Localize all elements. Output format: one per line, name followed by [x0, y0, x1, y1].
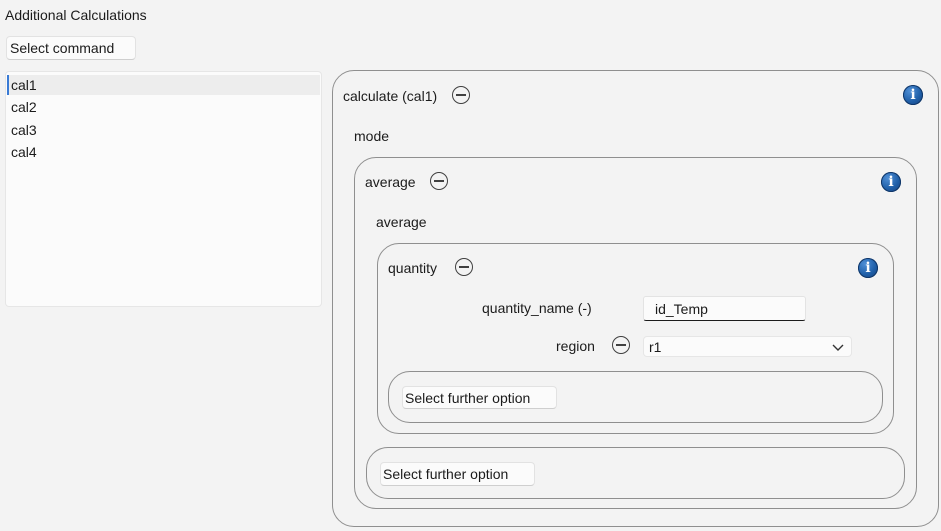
page-title: Additional Calculations [5, 7, 147, 23]
quantity-label: quantity [388, 260, 438, 276]
list-item-cal3[interactable]: cal3 [7, 120, 320, 140]
quantity-further-option-button[interactable]: Select further option [402, 386, 557, 409]
list-item-cal2[interactable]: cal2 [7, 97, 320, 117]
info-icon[interactable]: i [881, 172, 901, 192]
remove-region-icon[interactable] [612, 336, 630, 354]
region-dropdown[interactable]: r1 [643, 336, 852, 357]
list-item-cal4[interactable]: cal4 [7, 142, 320, 162]
average-further-option-button[interactable]: Select further option [380, 462, 535, 486]
select-command-button[interactable]: Select command [6, 36, 136, 60]
calculate-label: calculate (cal1) [343, 88, 438, 104]
calculation-list[interactable]: cal1 cal2 cal3 cal4 [5, 71, 322, 307]
quantity-name-field[interactable]: id_Temp [643, 296, 806, 321]
info-icon[interactable]: i [903, 85, 923, 105]
chevron-down-icon [832, 344, 844, 351]
region-value: r1 [649, 338, 662, 355]
remove-calculate-icon[interactable] [452, 86, 470, 104]
region-label: region [556, 338, 595, 354]
list-item-cal1[interactable]: cal1 [7, 75, 320, 95]
average-label: average [365, 174, 416, 190]
average-sub-label: average [376, 214, 427, 230]
remove-quantity-icon[interactable] [455, 258, 473, 276]
info-icon[interactable]: i [858, 258, 878, 278]
remove-average-icon[interactable] [430, 172, 448, 190]
quantity-name-label: quantity_name (-) [482, 300, 592, 316]
mode-label: mode [354, 128, 390, 144]
